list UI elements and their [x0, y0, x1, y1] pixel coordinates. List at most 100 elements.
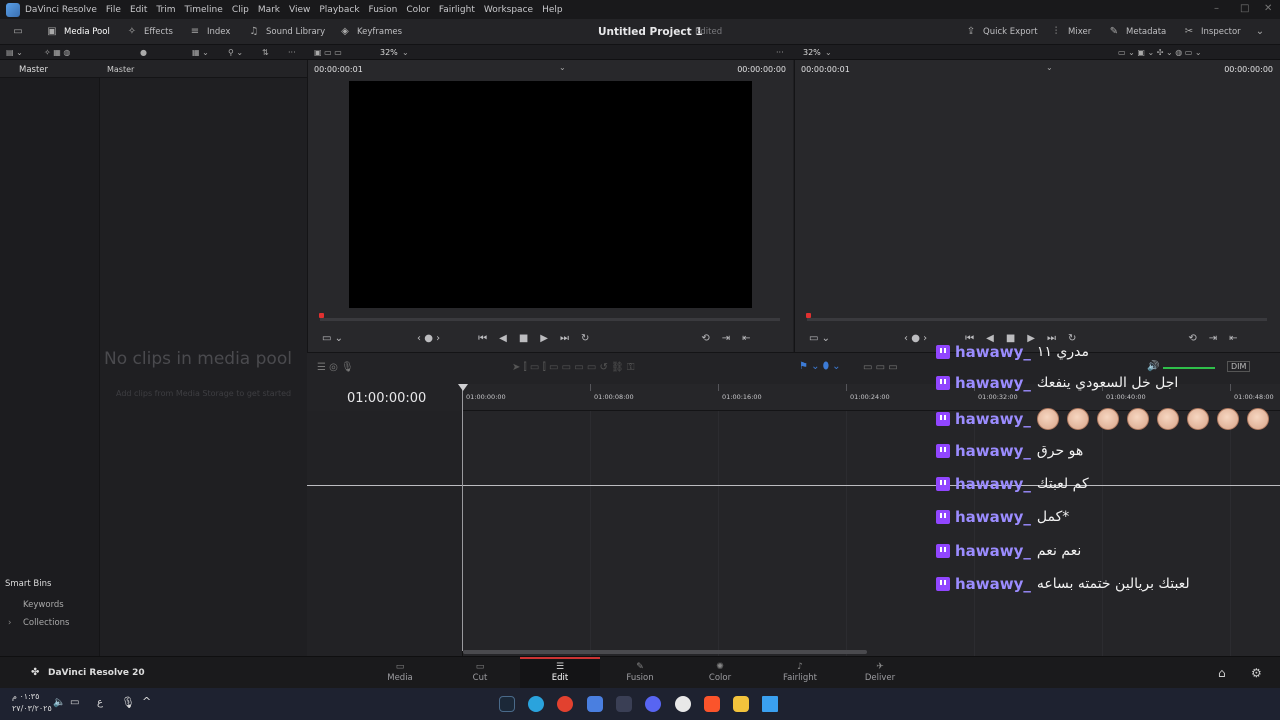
source-zoom[interactable]: 32%	[380, 45, 398, 60]
collections-bin[interactable]: Collections	[23, 618, 69, 628]
chevron-down-icon[interactable]: ⌄	[559, 63, 566, 72]
view-mode-icon[interactable]: ▦ ⌄	[192, 45, 209, 60]
timeline-tools-icon[interactable]: ☰ ◎ 🎙	[317, 362, 354, 373]
more-options-icon[interactable]: ···	[288, 45, 296, 60]
menu-fusion[interactable]: Fusion	[369, 5, 398, 15]
index-button[interactable]: ≡ Index	[189, 19, 231, 45]
loop-icon[interactable]: ↻	[581, 333, 589, 344]
notepad-icon[interactable]	[587, 696, 603, 712]
stop-icon[interactable]: ■	[519, 333, 528, 344]
zoom-tools-icon[interactable]: ▭ ▭ ▭	[863, 362, 898, 373]
menu-help[interactable]: Help	[542, 5, 563, 15]
chevron-down-icon[interactable]: ⌄	[402, 45, 409, 60]
page-cut[interactable]: ▭ Cut	[440, 657, 520, 689]
menu-playback[interactable]: Playback	[319, 5, 359, 15]
quick-export-button[interactable]: ⇪ Quick Export	[965, 19, 1038, 45]
menu-trim[interactable]: Trim	[156, 5, 175, 15]
menu-view[interactable]: View	[289, 5, 310, 15]
discord-icon[interactable]	[645, 696, 661, 712]
skip-back-icon[interactable]: ⏮	[478, 333, 487, 344]
language-indicator[interactable]: ع	[97, 697, 103, 708]
timeline-timecode[interactable]: 01:00:00:00	[347, 391, 426, 406]
minimize-icon[interactable]: –	[1214, 3, 1219, 14]
app-red-icon[interactable]	[557, 696, 573, 712]
home-icon[interactable]: ⌂	[1218, 666, 1226, 680]
page-color[interactable]: ✺ Color	[680, 657, 760, 689]
davinci-taskbar-icon[interactable]	[616, 696, 632, 712]
viewer-mode-icon[interactable]: ▭ ⌄	[809, 333, 830, 344]
chevron-down-icon[interactable]: ⌄	[825, 45, 832, 60]
menu-clip[interactable]: Clip	[232, 5, 249, 15]
thumb-size-slider[interactable]: ●	[140, 45, 147, 60]
play-icon[interactable]: ▶	[540, 333, 548, 344]
program-zoom[interactable]: 32%	[803, 45, 821, 60]
page-fusion[interactable]: ✎ Fusion	[600, 657, 680, 689]
match-frame-icon[interactable]: ⟲	[701, 333, 709, 344]
folder-icon[interactable]	[733, 696, 749, 712]
keyframes-button[interactable]: ◈ Keyframes	[339, 19, 402, 45]
bin-tools-icon[interactable]: ✧ ▦ ◍	[44, 45, 70, 60]
steam-icon[interactable]	[499, 696, 515, 712]
mixer-button[interactable]: ⫶ Mixer	[1050, 19, 1091, 45]
menu-workspace[interactable]: Workspace	[484, 5, 533, 15]
media-pool-button[interactable]: ▣ Media Pool	[46, 19, 110, 45]
gear-icon[interactable]: ⚙	[1251, 666, 1262, 680]
network-icon[interactable]: ▭	[70, 697, 79, 708]
play-reverse-icon[interactable]: ◀	[499, 333, 507, 344]
page-fairlight[interactable]: ♪ Fairlight	[760, 657, 840, 689]
page-media[interactable]: ▭ Media	[360, 657, 440, 689]
workspace-toggle-button[interactable]: ▭	[12, 19, 30, 45]
keywords-bin[interactable]: Keywords	[23, 600, 64, 610]
menu-timeline[interactable]: Timeline	[185, 5, 223, 15]
menu-fairlight[interactable]: Fairlight	[439, 5, 475, 15]
menu-edit[interactable]: Edit	[130, 5, 147, 15]
microphone-icon[interactable]: 🎙	[121, 696, 135, 709]
jog-icon[interactable]: ‹ ● ›	[904, 333, 927, 344]
menu-color[interactable]: Color	[406, 5, 430, 15]
mark-in-icon[interactable]: ⇤	[742, 333, 750, 344]
inspector-button[interactable]: ✂ Inspector	[1183, 19, 1241, 45]
source-video-frame[interactable]	[349, 81, 752, 308]
more-options-icon[interactable]: ···	[776, 45, 784, 60]
sound-library-button[interactable]: ♫ Sound Library	[248, 19, 326, 45]
timeline-playhead[interactable]	[462, 387, 463, 651]
search-icon[interactable]: ⚲ ⌄	[228, 45, 243, 60]
close-icon[interactable]: ✕	[1264, 3, 1272, 14]
menu-mark[interactable]: Mark	[258, 5, 280, 15]
page-edit[interactable]: ☰ Edit	[520, 657, 600, 689]
source-scrubber[interactable]	[320, 318, 780, 321]
page-deliver[interactable]: ✈ Deliver	[840, 657, 920, 689]
program-playhead[interactable]	[806, 313, 811, 318]
chevron-down-icon[interactable]: ⌄	[1046, 63, 1053, 72]
menu-file[interactable]: File	[106, 5, 121, 15]
chevron-up-icon[interactable]: ^	[142, 695, 151, 708]
playhead-handle[interactable]	[458, 384, 468, 391]
viewer-mode-icon[interactable]: ▭ ⌄	[322, 333, 343, 344]
edit-tools-icon[interactable]: ➤ ⫿ ▭ ⫿ ▭ ▭ ▭ ▭ ↺ ⛓ ⚿	[512, 362, 635, 373]
viewer-mode-icon[interactable]: ▣ ▭ ▭	[314, 45, 342, 60]
speaker-icon[interactable]: 🔈	[53, 697, 65, 708]
metadata-button[interactable]: ✎ Metadata	[1108, 19, 1166, 45]
chevron-right-icon[interactable]: ›	[8, 618, 11, 628]
sort-icon[interactable]: ⇅	[262, 45, 269, 60]
menu-app[interactable]: DaVinci Resolve	[25, 5, 97, 15]
jog-icon[interactable]: ‹ ● ›	[417, 333, 440, 344]
panel-layout-icon[interactable]: ▤ ⌄	[6, 45, 23, 60]
toolbar-more-button[interactable]: ⌄	[1254, 19, 1272, 45]
flag-icon[interactable]: ⚑ ⌄ ⬮ ⌄	[799, 361, 841, 372]
clock-date[interactable]: ٢٧/٠٣/٢٠٢٥	[12, 704, 52, 713]
source-playhead[interactable]	[319, 313, 324, 318]
effects-button[interactable]: ✧ Effects	[126, 19, 173, 45]
brave-icon[interactable]	[704, 696, 720, 712]
media-pool[interactable]: No clips in media pool Add clips from Me…	[101, 78, 307, 656]
windows-start-icon[interactable]	[762, 696, 778, 712]
clock-time[interactable]: ٠١:٣٥ م	[12, 692, 39, 701]
program-scrubber[interactable]	[807, 318, 1267, 321]
bin-master-label[interactable]: Master	[19, 65, 48, 75]
skip-forward-icon[interactable]: ⏭	[560, 333, 569, 344]
timeline-scrollbar[interactable]	[463, 650, 867, 654]
mark-out-icon[interactable]: ⇥	[722, 333, 730, 344]
viewer-options-icon[interactable]: ▭ ⌄ ▣ ⌄ ✣ ⌄ ◍ ▭ ⌄	[1118, 45, 1202, 60]
maximize-icon[interactable]: □	[1240, 3, 1249, 14]
obs-icon[interactable]	[675, 696, 691, 712]
